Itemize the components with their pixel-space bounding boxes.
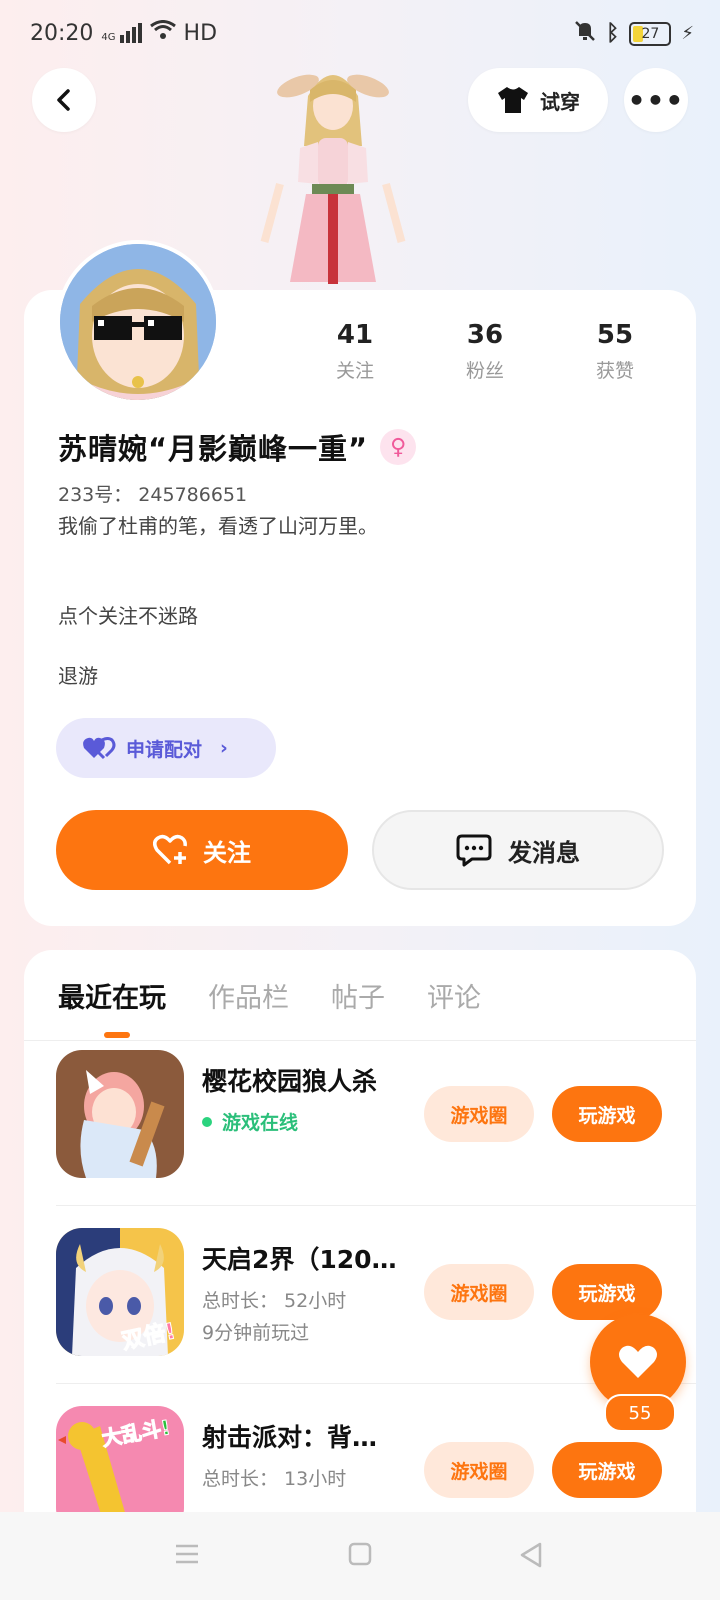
back-triangle-icon[interactable] xyxy=(518,1542,544,1568)
name-row: 苏晴婉“月影巅峰一重” ♀ xyxy=(58,426,417,468)
heart-icon xyxy=(619,1345,657,1378)
home-icon[interactable] xyxy=(348,1542,372,1566)
game-title: 射击派对：背… xyxy=(202,1423,378,1452)
play-game-button[interactable]: 玩游戏 xyxy=(552,1264,662,1320)
bio-line-1: 我偷了杜甫的笔，看透了山河万里。 xyxy=(58,514,378,538)
user-name: 苏晴婉“月影巅峰一重” xyxy=(58,432,369,466)
game-circle-button[interactable]: 游戏圈 xyxy=(424,1086,534,1142)
last-played: 9分钟前玩过 xyxy=(202,1322,310,1344)
game-title: 樱花校园狼人杀 xyxy=(202,1067,378,1096)
bluetooth-icon: ᛒ xyxy=(606,21,620,46)
more-options-button[interactable]: ••• xyxy=(624,68,688,132)
game-icon-tianqi[interactable]: 双倍! xyxy=(56,1228,184,1356)
game-icon-sakura-werewolf[interactable] xyxy=(56,1050,184,1178)
apply-match-button[interactable]: 申请配对 › xyxy=(56,718,276,778)
tab-recently-playing[interactable]: 最近在玩 xyxy=(58,976,166,1015)
user-id[interactable]: 233号： 245786651 xyxy=(58,480,247,507)
hd-indicator: HD xyxy=(183,20,218,46)
stats-row: 41 关注 36 粉丝 55 获赞 xyxy=(290,320,680,383)
stat-followers[interactable]: 36 粉丝 xyxy=(420,320,550,383)
mute-icon xyxy=(574,20,596,47)
online-status: 游戏在线 xyxy=(202,1108,298,1135)
play-game-button[interactable]: 玩游戏 xyxy=(552,1442,662,1498)
likes-count: 55 xyxy=(596,320,634,350)
message-label: 发消息 xyxy=(508,838,580,867)
tshirt-icon xyxy=(498,87,528,113)
following-label: 关注 xyxy=(335,360,374,382)
play-duration: 总时长： 13小时 xyxy=(202,1468,347,1490)
follow-button[interactable]: 关注 xyxy=(56,810,348,890)
charging-icon: ⚡ xyxy=(681,23,694,44)
online-dot-icon xyxy=(202,1116,212,1127)
play-game-button[interactable]: 玩游戏 xyxy=(552,1086,662,1142)
double-heart-icon xyxy=(83,737,116,760)
stat-likes[interactable]: 55 获赞 xyxy=(550,320,680,383)
game-title: 天启2界（120… xyxy=(202,1245,397,1274)
match-label: 申请配对 xyxy=(126,738,203,761)
status-time: 20:20 xyxy=(30,20,94,46)
game-circle-button[interactable]: 游戏圈 xyxy=(424,1442,534,1498)
more-icon: ••• xyxy=(627,83,685,117)
back-button[interactable] xyxy=(32,68,96,132)
heart-plus-icon xyxy=(153,834,187,865)
network-type: 4G xyxy=(101,32,116,43)
followers-label: 粉丝 xyxy=(465,360,504,382)
game-row[interactable]: 樱花校园狼人杀 游戏在线 游戏圈 玩游戏 xyxy=(24,1028,696,1206)
like-count-badge: 55 xyxy=(604,1394,676,1432)
gender-symbol: ♀ xyxy=(390,434,407,460)
likes-label: 获赞 xyxy=(595,360,634,382)
game-circle-button[interactable]: 游戏圈 xyxy=(424,1264,534,1320)
bio-line-2: 点个关注不迷路 xyxy=(58,604,198,628)
stat-following[interactable]: 41 关注 xyxy=(290,320,420,383)
send-message-button[interactable]: 发消息 xyxy=(372,810,664,890)
follow-label: 关注 xyxy=(203,838,251,867)
online-status-text: 游戏在线 xyxy=(222,1112,299,1134)
avatar-image xyxy=(60,244,216,400)
avatar-3d-figure[interactable] xyxy=(258,56,408,290)
battery-level: 27 xyxy=(641,25,660,42)
chevron-left-icon xyxy=(57,89,70,111)
try-on-button[interactable]: 试穿 xyxy=(468,68,608,132)
menu-icon[interactable] xyxy=(174,1542,200,1566)
content-card: 最近在玩 作品栏 帖子 评论 樱花校园狼人杀 游戏在线 游戏圈 玩游戏 双倍! … xyxy=(24,950,696,1600)
bio-line-3: 退游 xyxy=(58,664,98,688)
following-count: 41 xyxy=(336,320,374,350)
signal-icon: 4G xyxy=(101,23,142,43)
try-on-label: 试穿 xyxy=(540,89,580,114)
female-icon: ♀ xyxy=(380,429,417,465)
avatar[interactable] xyxy=(56,240,220,404)
wifi-icon xyxy=(149,20,176,46)
tab-comments[interactable]: 评论 xyxy=(427,976,481,1015)
tab-bar: 最近在玩 作品栏 帖子 评论 xyxy=(58,976,481,1015)
battery-icon: 27 xyxy=(629,21,672,46)
system-nav-bar xyxy=(0,1512,720,1600)
tab-posts[interactable]: 帖子 xyxy=(331,976,385,1015)
chevron-right-icon: › xyxy=(220,737,228,759)
play-duration: 总时长： 52小时 xyxy=(202,1290,347,1312)
followers-count: 36 xyxy=(466,320,504,350)
tab-works[interactable]: 作品栏 xyxy=(208,976,289,1015)
chat-bubble-icon xyxy=(456,834,492,867)
